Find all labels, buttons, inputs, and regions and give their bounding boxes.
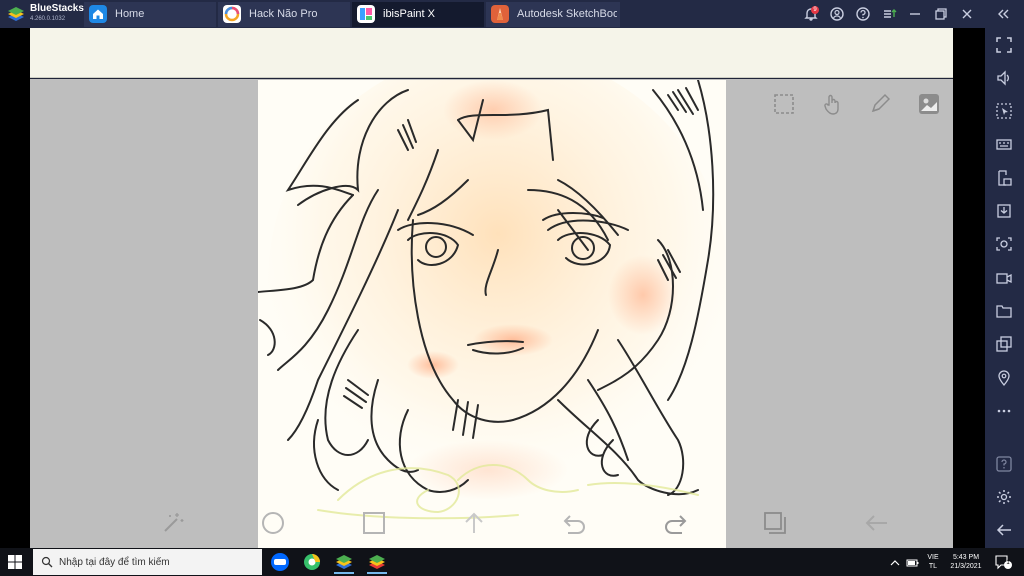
restore-icon[interactable] <box>932 5 950 23</box>
cursor-icon[interactable] <box>995 102 1013 120</box>
action-center-icon[interactable]: 1 <box>993 554 1013 570</box>
right-border <box>953 28 985 548</box>
menu-update-icon[interactable] <box>880 5 898 23</box>
clock-date: 21/3/2021 <box>950 563 982 570</box>
sketchbook-app-icon <box>491 5 509 23</box>
tab-home[interactable]: Home <box>84 2 216 27</box>
redo-icon[interactable] <box>662 510 688 536</box>
search-icon <box>41 556 53 568</box>
help-circle-icon[interactable] <box>854 5 872 23</box>
input-language-indicator[interactable]: VIE TL <box>922 553 944 571</box>
layers-icon[interactable] <box>762 510 788 536</box>
home-icon <box>89 5 107 23</box>
volume-icon[interactable] <box>995 69 1013 87</box>
bluestacks-logo: BlueStacks 4.260.0.1032 <box>0 0 84 28</box>
bluestacks-taskbar-icon[interactable] <box>330 550 358 574</box>
tab-label: Autodesk SketchBook <box>517 8 617 20</box>
tab-label: Home <box>115 8 145 20</box>
more-icon[interactable] <box>995 402 1013 420</box>
anime-face-sketch <box>258 80 726 520</box>
bluestacks-window: BlueStacks 4.260.0.1032 Home Hack Não Pr… <box>0 0 1024 576</box>
search-placeholder: Nhập tại đây để tìm kiếm <box>59 557 170 568</box>
arrow-up-icon[interactable] <box>461 510 487 536</box>
record-video-icon[interactable] <box>995 269 1013 287</box>
tab-autodesk-sketchbook[interactable]: Autodesk SketchBook <box>486 2 620 27</box>
selection-icon[interactable] <box>772 92 796 116</box>
install-apk-icon[interactable] <box>995 169 1013 187</box>
screenshot-icon[interactable] <box>995 235 1013 253</box>
reference-image-icon[interactable] <box>917 92 941 116</box>
fullscreen-icon[interactable] <box>995 36 1013 54</box>
media-import-icon[interactable] <box>995 202 1013 220</box>
notification-count-badge: 9 <box>811 6 819 14</box>
battery-icon[interactable] <box>906 556 920 574</box>
bluestacks-logo-icon <box>8 7 24 21</box>
location-icon[interactable] <box>995 369 1013 387</box>
clock-time: 5:43 PM <box>952 554 980 561</box>
left-border <box>0 28 30 548</box>
keyboard-icon[interactable] <box>995 135 1013 153</box>
settings-icon[interactable] <box>995 488 1013 506</box>
windows-start-icon[interactable] <box>8 555 22 574</box>
clock[interactable]: 5:43 PM 21/3/2021 <box>945 553 987 571</box>
brand-name: BlueStacks <box>30 3 84 14</box>
collapse-sidebar-icon[interactable] <box>994 5 1012 23</box>
tab-hack-nao-pro[interactable]: Hack Não Pro <box>218 2 350 27</box>
back-arrow-icon[interactable] <box>863 510 889 536</box>
show-hidden-icons-icon[interactable] <box>889 556 901 574</box>
back-icon[interactable] <box>995 521 1013 539</box>
language-code: VIE <box>927 554 939 561</box>
title-bar: BlueStacks 4.260.0.1032 Home Hack Não Pr… <box>0 0 1024 28</box>
magic-wand-icon[interactable] <box>160 510 186 536</box>
action-center-badge: 1 <box>1006 560 1010 566</box>
help-icon[interactable] <box>995 455 1013 473</box>
tab-ibispaint-x[interactable]: ibisPaint X <box>352 2 484 27</box>
hand-touch-icon[interactable] <box>820 92 844 116</box>
square-icon[interactable] <box>361 510 387 536</box>
zalo-taskbar-icon[interactable] <box>266 550 294 574</box>
tab-label: ibisPaint X <box>383 8 435 20</box>
circle-icon[interactable] <box>260 510 286 536</box>
pen-icon[interactable] <box>868 92 892 116</box>
windows-taskbar: Nhập tại đây để tìm kiếm VIE TL 5:43 PM … <box>0 548 1024 576</box>
drawing-canvas[interactable] <box>258 80 726 548</box>
undo-icon[interactable] <box>562 510 588 536</box>
bluestacks-multi-instance-taskbar-icon[interactable] <box>363 550 391 574</box>
minimize-icon[interactable] <box>906 5 924 23</box>
brand-version: 4.260.0.1032 <box>30 16 66 22</box>
keyboard-layout: TL <box>928 563 938 570</box>
ibispaint-toolbar <box>30 28 953 78</box>
folder-icon[interactable] <box>995 302 1013 320</box>
ibispaint-app-icon <box>357 5 375 23</box>
hack-nao-pro-app-icon <box>223 5 241 23</box>
account-icon[interactable] <box>828 5 846 23</box>
taskbar-search-box[interactable]: Nhập tại đây để tìm kiếm <box>33 549 262 575</box>
tab-label: Hack Não Pro <box>249 8 318 20</box>
bluestacks-sidebar <box>985 28 1024 548</box>
browser-taskbar-icon[interactable] <box>298 550 326 574</box>
multi-instance-icon[interactable] <box>995 335 1013 353</box>
close-icon[interactable] <box>958 5 976 23</box>
